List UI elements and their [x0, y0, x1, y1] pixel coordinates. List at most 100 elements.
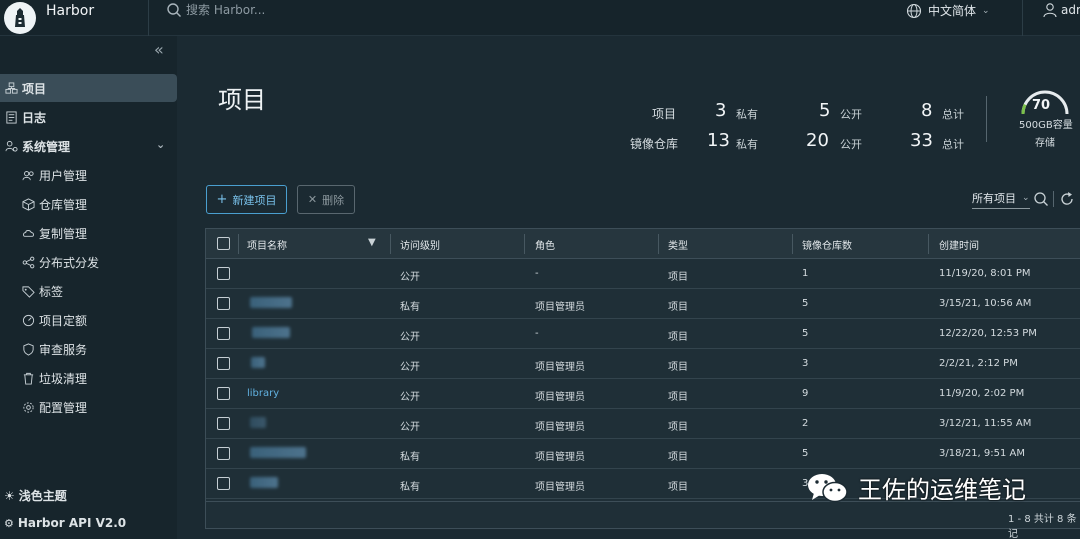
pagination-info: 1 - 8 共计 8 条记 — [1008, 514, 1077, 539]
row-checkbox[interactable] — [217, 477, 230, 490]
sidebar-item-quotas[interactable]: 项目定额 — [0, 306, 177, 334]
stat-projects-total: 8 — [921, 100, 933, 121]
select-all-checkbox[interactable] — [217, 237, 230, 250]
access-level: 私有 — [400, 302, 420, 313]
access-level: 公开 — [400, 362, 420, 373]
column-header-repo-count[interactable]: 镜像仓库数 — [802, 237, 852, 252]
sun-icon: ☀ — [4, 488, 15, 503]
sidebar-item-label: 复制管理 — [39, 226, 88, 241]
sidebar-item-replication[interactable]: 复制管理 — [0, 219, 177, 247]
column-header-type[interactable]: 类型 — [668, 237, 688, 252]
user-icon — [1043, 3, 1057, 18]
distribution-icon — [21, 255, 35, 269]
redacted-project-name[interactable] — [250, 447, 306, 458]
table-row[interactable]: 私有 项目管理员 项目 5 3/18/21, 9:51 AM — [206, 439, 1080, 469]
column-header-access[interactable]: 访问级别 — [400, 237, 440, 252]
sidebar-item-users[interactable]: 用户管理 — [0, 161, 177, 189]
column-separator — [238, 234, 239, 254]
sidebar-item-registries[interactable]: 仓库管理 — [0, 190, 177, 218]
sidebar-item-distribution[interactable]: 分布式分发 — [0, 248, 177, 276]
row-checkbox[interactable] — [217, 297, 230, 310]
replication-icon — [21, 226, 35, 240]
top-header: Harbor 中文简体 ⌄ adm — [0, 0, 1080, 36]
row-checkbox[interactable] — [217, 447, 230, 460]
redacted-project-name[interactable] — [250, 417, 266, 428]
creation-time: 3/15/21, 10:56 AM — [939, 298, 1032, 309]
row-checkbox[interactable] — [217, 417, 230, 430]
table-row[interactable]: 公开 - 项目 5 12/22/20, 12:53 PM — [206, 319, 1080, 349]
table-row[interactable]: 公开 项目管理员 项目 2 3/12/21, 11:55 AM — [206, 409, 1080, 439]
sidebar-item-config[interactable]: 配置管理 — [0, 393, 177, 421]
access-level: 私有 — [400, 482, 420, 493]
new-project-button[interactable]: + 新建项目 — [206, 185, 287, 214]
username: adm — [1061, 3, 1080, 17]
table-footer: 1 - 8 共计 8 条记 — [206, 501, 1080, 539]
app-title[interactable]: Harbor — [46, 3, 94, 19]
collapse-sidebar-icon[interactable]: « — [154, 40, 164, 59]
type: 项目 — [668, 302, 688, 313]
row-checkbox[interactable] — [217, 357, 230, 370]
stat-total-label: 总计 — [942, 138, 964, 151]
project-filter-select[interactable]: 所有项目 ⌄ — [972, 190, 1030, 209]
table-row[interactable]: library 公开 项目管理员 项目 9 11/9/20, 2:02 PM — [206, 379, 1080, 409]
role: 项目管理员 — [535, 452, 585, 463]
filter-icon[interactable]: ▼ — [368, 237, 376, 248]
chevron-down-icon[interactable]: ⌄ — [156, 138, 165, 151]
sidebar-item-gc[interactable]: 垃圾清理 — [0, 364, 177, 392]
column-header-role[interactable]: 角色 — [535, 237, 555, 252]
redacted-project-name[interactable] — [250, 297, 292, 308]
sidebar-item-label: 审查服务 — [39, 342, 88, 357]
theme-toggle[interactable]: ☀ 浅色主题 — [4, 487, 67, 504]
language-label: 中文简体 — [928, 4, 977, 18]
column-separator — [658, 234, 659, 254]
stat-private-label: 私有 — [736, 108, 758, 121]
watermark: 王佐的运维笔记 — [806, 470, 1026, 505]
harbor-logo[interactable] — [4, 2, 36, 34]
column-separator — [390, 234, 391, 254]
wechat-icon — [808, 473, 848, 502]
redacted-project-name[interactable] — [251, 357, 265, 368]
role: - — [535, 268, 539, 279]
repo-count: 9 — [802, 388, 809, 399]
delete-button[interactable]: ✕ 删除 — [297, 185, 355, 214]
row-checkbox[interactable] — [217, 387, 230, 400]
header-divider — [1022, 0, 1023, 36]
column-header-name[interactable]: 项目名称 — [247, 237, 287, 252]
stat-repos-label: 镜像仓库 — [630, 137, 679, 151]
sidebar-item-scanners[interactable]: 审查服务 — [0, 335, 177, 363]
refresh-icon[interactable] — [1059, 191, 1075, 207]
table-row[interactable]: 公开 - 项目 1 11/19/20, 8:01 PM — [206, 259, 1080, 289]
watermark-text: 王佐的运维笔记 — [858, 476, 1026, 504]
sidebar-item-projects[interactable]: 项目 — [0, 74, 177, 102]
search-icon — [167, 3, 181, 17]
role: 项目管理员 — [535, 482, 585, 493]
role: 项目管理员 — [535, 302, 585, 313]
row-checkbox[interactable] — [217, 267, 230, 280]
project-name-link[interactable]: library — [247, 388, 279, 399]
redacted-project-name[interactable] — [250, 477, 278, 488]
sidebar-item-label: 用户管理 — [39, 168, 88, 183]
api-link-label: Harbor API V2.0 — [17, 516, 127, 530]
sidebar-item-label: 标签 — [39, 284, 64, 299]
column-header-created[interactable]: 创建时间 — [939, 237, 979, 252]
creation-time: 11/19/20, 8:01 PM — [939, 268, 1031, 279]
storage-value: 70 — [1032, 98, 1051, 113]
chevron-down-icon: ⌄ — [1022, 193, 1030, 203]
search-icon[interactable] — [1033, 191, 1049, 207]
creation-time: 2/2/21, 2:12 PM — [939, 358, 1018, 369]
sidebar-item-admin[interactable]: 系统管理 ⌄ — [0, 132, 177, 160]
table-row[interactable]: 公开 项目管理员 项目 3 2/2/21, 2:12 PM — [206, 349, 1080, 379]
search-input[interactable] — [186, 3, 366, 17]
language-selector[interactable]: 中文简体 ⌄ — [906, 2, 990, 19]
user-menu[interactable]: adm — [1042, 2, 1080, 18]
redacted-project-name[interactable] — [252, 327, 290, 338]
chevron-down-icon: ⌄ — [982, 5, 990, 16]
api-link[interactable]: ⚙ Harbor API V2.0 — [4, 516, 126, 530]
creation-time: 3/18/21, 9:51 AM — [939, 448, 1026, 459]
stat-public-label: 公开 — [840, 138, 862, 151]
sidebar-item-logs[interactable]: 日志 — [0, 103, 177, 131]
global-search[interactable] — [166, 2, 366, 18]
sidebar-item-labels[interactable]: 标签 — [0, 277, 177, 305]
row-checkbox[interactable] — [217, 327, 230, 340]
table-row[interactable]: 私有 项目管理员 项目 5 3/15/21, 10:56 AM — [206, 289, 1080, 319]
